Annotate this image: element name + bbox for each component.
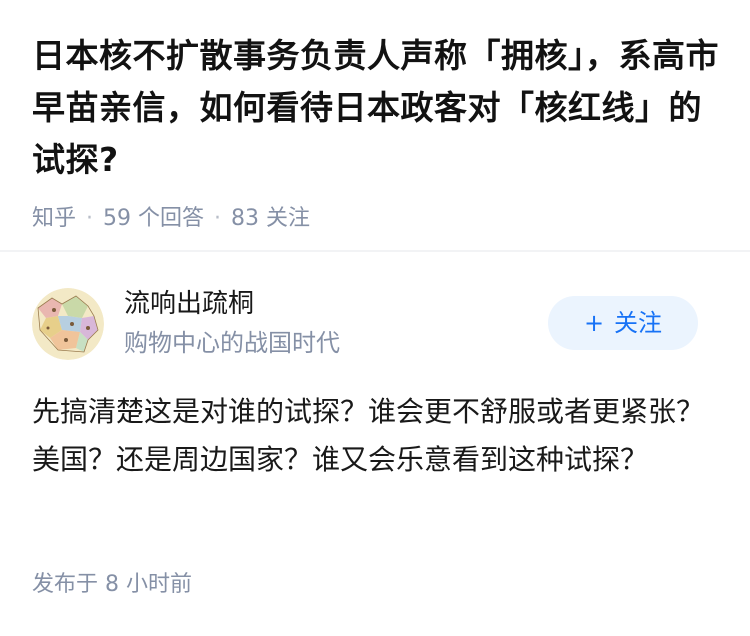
author-bio: 购物中心的战国时代 bbox=[124, 329, 340, 357]
answer-timestamp: 发布于 8 小时前 bbox=[32, 572, 192, 597]
separator-dot: · bbox=[214, 206, 222, 231]
follow-button-label: 关注 bbox=[614, 309, 663, 337]
answer-card: 流响出疏桐 购物中心的战国时代 + 关注 先搞清楚这是对谁的试探？谁会更不舒服或者… bbox=[32, 286, 722, 484]
follow-button[interactable]: + 关注 bbox=[548, 296, 698, 350]
avatar-map-image bbox=[32, 288, 104, 360]
author-row: 流响出疏桐 购物中心的战国时代 + 关注 bbox=[32, 286, 722, 362]
separator-dot: · bbox=[86, 206, 94, 231]
source-label[interactable]: 知乎 bbox=[32, 206, 76, 231]
follower-count[interactable]: 83 关注 bbox=[231, 206, 310, 231]
plus-icon: + bbox=[583, 309, 605, 337]
answer-count[interactable]: 59 个回答 bbox=[103, 206, 204, 231]
section-divider bbox=[0, 250, 750, 252]
question-header: 日本核不扩散事务负责人声称「拥核」，系高市早苗亲信，如何看待日本政客对「核红线」… bbox=[32, 30, 722, 234]
avatar[interactable] bbox=[32, 288, 104, 360]
question-meta: 知乎 · 59 个回答 · 83 关注 bbox=[32, 204, 722, 234]
author-name[interactable]: 流响出疏桐 bbox=[124, 286, 254, 322]
answer-content[interactable]: 先搞清楚这是对谁的试探？谁会更不舒服或者更紧张？美国？还是周边国家？谁又会乐意看… bbox=[32, 388, 712, 484]
question-title[interactable]: 日本核不扩散事务负责人声称「拥核」，系高市早苗亲信，如何看待日本政客对「核红线」… bbox=[32, 30, 722, 186]
